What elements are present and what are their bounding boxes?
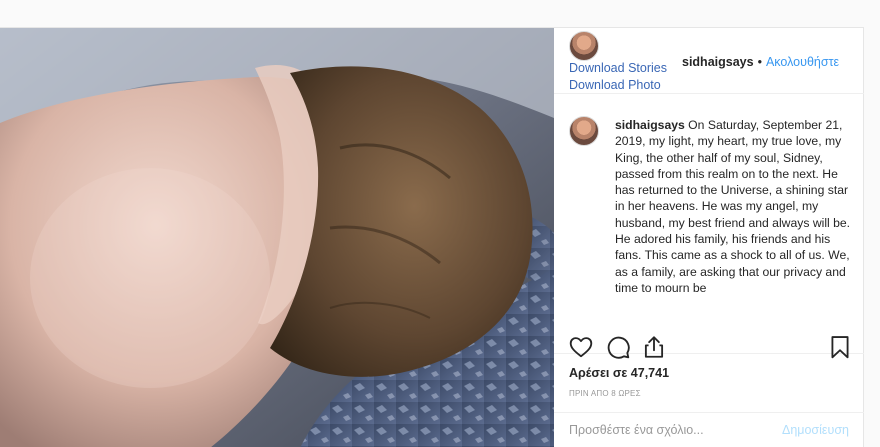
post-sidebar: Download Stories Download Photo sidhaigs… xyxy=(554,28,864,447)
action-bar xyxy=(554,330,864,366)
photo-hands-image xyxy=(0,28,554,447)
avatar[interactable] xyxy=(569,31,599,61)
bookmark-icon[interactable] xyxy=(827,334,853,360)
comment-bar: Δημοσίευση xyxy=(554,412,864,447)
header-user-row: sidhaigsays • Ακολουθήστε xyxy=(682,55,839,69)
instagram-post: Download Stories Download Photo sidhaigs… xyxy=(0,27,864,447)
caption-username-link[interactable]: sidhaigsays xyxy=(615,118,685,132)
post-timestamp[interactable]: ΠΡΙΝ ΑΠΟ 8 ΩΡΕΣ xyxy=(569,389,641,398)
comment-input[interactable] xyxy=(569,421,769,439)
post-photo[interactable] xyxy=(0,28,554,447)
post-header: Download Stories Download Photo sidhaigs… xyxy=(554,28,864,94)
comment-bubble-icon[interactable] xyxy=(605,334,631,360)
username-link[interactable]: sidhaigsays xyxy=(682,55,754,69)
likes-count[interactable]: Αρέσει σε 47,741 xyxy=(569,366,669,380)
caption-avatar[interactable] xyxy=(569,116,599,146)
caption-body: On Saturday, September 21, 2019, my ligh… xyxy=(615,118,851,295)
follow-button[interactable]: Ακολουθήστε xyxy=(766,55,839,69)
caption-text: sidhaigsays On Saturday, September 21, 2… xyxy=(615,117,851,296)
download-stories-link[interactable]: Download Stories xyxy=(569,61,667,75)
heart-icon[interactable] xyxy=(568,334,594,360)
caption-section: sidhaigsays On Saturday, September 21, 2… xyxy=(554,94,864,354)
share-upload-icon[interactable] xyxy=(641,334,667,360)
separator-dot: • xyxy=(757,55,762,69)
post-comment-button[interactable]: Δημοσίευση xyxy=(782,423,849,437)
download-photo-link[interactable]: Download Photo xyxy=(569,78,661,92)
